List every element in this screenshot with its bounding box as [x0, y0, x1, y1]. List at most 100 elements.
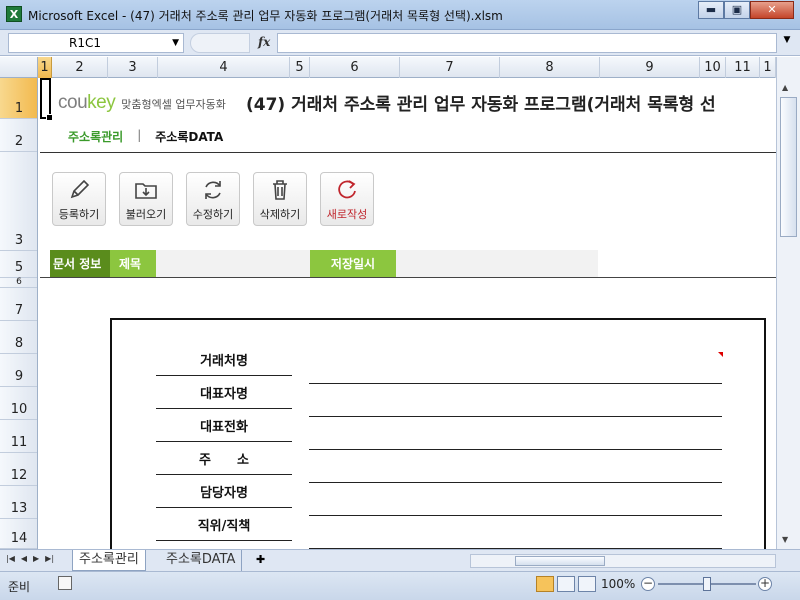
horizontal-scrollbar[interactable]: [470, 554, 776, 568]
column-header-1[interactable]: 1: [38, 57, 52, 78]
sheet-nav-buttons: |◀ ◀ ▶ ▶|: [6, 554, 60, 563]
nav-separator: |: [137, 128, 142, 142]
field-input-position[interactable]: [309, 525, 722, 549]
row-header-3[interactable]: 3: [0, 152, 37, 251]
expand-formula-bar-icon[interactable]: ▼: [780, 35, 794, 51]
delete-label: 삭제하기: [259, 208, 301, 221]
macro-record-icon[interactable]: [58, 576, 72, 590]
saved-at-value[interactable]: [396, 250, 598, 278]
column-header-7[interactable]: 7: [400, 57, 500, 78]
nav-link-address-manage[interactable]: 주소록관리: [68, 128, 123, 145]
scroll-down-icon[interactable]: ▼: [782, 535, 788, 544]
restore-button[interactable]: ▣: [724, 1, 750, 19]
doc-title-label: 제목: [110, 250, 156, 278]
next-sheet-icon[interactable]: ▶: [33, 554, 39, 563]
horizontal-scroll-thumb[interactable]: [515, 556, 605, 566]
doc-info-label: 문서 정보: [50, 250, 110, 278]
row-header-14[interactable]: 14: [0, 519, 37, 549]
minimize-button[interactable]: ▬: [698, 1, 724, 19]
load-button[interactable]: 불러오기: [119, 172, 173, 226]
column-header-10[interactable]: 10: [700, 57, 726, 78]
column-header-9[interactable]: 9: [600, 57, 700, 78]
formula-bar-divider: [190, 33, 250, 53]
column-header-8[interactable]: 8: [500, 57, 600, 78]
name-box-value: R1C1: [69, 36, 101, 50]
field-label-phone: 대표전화: [156, 418, 292, 442]
select-all-corner[interactable]: [0, 57, 38, 78]
action-toolbar: 등록하기 불러오기 수정하기 삭제하기 새로작성: [52, 172, 387, 226]
column-header-12[interactable]: 1: [760, 57, 776, 78]
row-header-7[interactable]: 7: [0, 288, 37, 321]
zoom-in-button[interactable]: +: [758, 577, 772, 591]
vertical-scrollbar[interactable]: ▲ ▼: [776, 57, 800, 549]
new-document-icon: [338, 180, 356, 199]
column-header-11[interactable]: 11: [726, 57, 760, 78]
zoom-out-button[interactable]: −: [641, 577, 655, 591]
saved-at-label: 저장일시: [310, 250, 396, 278]
prev-sheet-icon[interactable]: ◀: [21, 554, 27, 563]
row-header-5[interactable]: 5: [0, 251, 37, 278]
field-input-contact[interactable]: [309, 492, 722, 516]
refresh-icon: [205, 181, 221, 199]
field-input-address[interactable]: [309, 459, 722, 483]
delete-button[interactable]: 삭제하기: [253, 172, 307, 226]
nav-link-address-data[interactable]: 주소록DATA: [155, 128, 223, 145]
row-header-8[interactable]: 8: [0, 321, 37, 354]
excel-app-icon[interactable]: X: [6, 6, 22, 22]
last-sheet-icon[interactable]: ▶|: [45, 554, 54, 563]
doc-title-value[interactable]: [156, 250, 310, 278]
row-header-6[interactable]: 6: [0, 277, 37, 288]
row-header-9[interactable]: 9: [0, 354, 37, 387]
load-label: 불러오기: [125, 208, 167, 221]
field-label-contact: 담당자명: [156, 484, 292, 508]
column-header-4[interactable]: 4: [158, 57, 290, 78]
column-header-3[interactable]: 3: [108, 57, 158, 78]
field-input-phone[interactable]: [309, 426, 722, 450]
sheet-tab-bar: |◀ ◀ ▶ ▶| 주소록관리 주소록DATA ✚: [0, 549, 800, 571]
register-button[interactable]: 등록하기: [52, 172, 106, 226]
edit-label: 수정하기: [192, 208, 234, 221]
first-sheet-icon[interactable]: |◀: [6, 554, 15, 563]
register-label: 등록하기: [58, 208, 100, 221]
row-header-1[interactable]: 1: [0, 78, 37, 119]
close-button[interactable]: ✕: [750, 1, 794, 19]
view-buttons: [536, 576, 599, 592]
program-title: (47) 거래처 주소록 관리 업무 자동화 프로그램(거래처 목록형 선: [246, 95, 716, 115]
edit-button[interactable]: 수정하기: [186, 172, 240, 226]
row-header-10[interactable]: 10: [0, 387, 37, 420]
tab-address-data[interactable]: 주소록DATA: [160, 550, 243, 571]
insert-sheet-icon[interactable]: ✚: [256, 553, 274, 568]
field-input-company[interactable]: [309, 360, 722, 384]
column-header-5[interactable]: 5: [290, 57, 310, 78]
sheet-nav: 주소록관리 | 주소록DATA: [68, 128, 223, 145]
page-layout-view-icon[interactable]: [557, 576, 575, 592]
document-info-row: 문서 정보 제목 저장일시: [50, 250, 598, 278]
brand-wordmark: coukey: [58, 92, 116, 113]
comment-indicator-icon[interactable]: [718, 352, 723, 357]
insert-function-icon[interactable]: fx: [258, 35, 270, 49]
row-header-2[interactable]: 2: [0, 119, 37, 152]
page-break-view-icon[interactable]: [578, 576, 596, 592]
info-divider: [40, 277, 776, 278]
name-box[interactable]: R1C1 ▼: [8, 33, 184, 53]
column-header-6[interactable]: 6: [310, 57, 400, 78]
row-header-12[interactable]: 12: [0, 453, 37, 486]
vertical-scroll-thumb[interactable]: [780, 97, 797, 237]
active-cell-r1c1[interactable]: [40, 78, 53, 121]
formula-input[interactable]: [277, 33, 777, 53]
tab-address-manage[interactable]: 주소록관리: [72, 550, 146, 571]
chevron-down-icon[interactable]: ▼: [172, 34, 179, 52]
worksheet-grid[interactable]: coukey 맞춤형엑셀 업무자동화 (47) 거래처 주소록 관리 업무 자동…: [38, 78, 776, 549]
row-header-13[interactable]: 13: [0, 486, 37, 519]
column-header-2[interactable]: 2: [52, 57, 108, 78]
zoom-slider-thumb[interactable]: [703, 577, 711, 591]
field-label-position: 직위/직책: [156, 517, 292, 541]
field-input-ceo[interactable]: [309, 393, 722, 417]
pencil-icon: [70, 179, 90, 199]
zoom-level[interactable]: 100%: [601, 577, 635, 591]
row-header-11[interactable]: 11: [0, 420, 37, 453]
field-label-ceo: 대표자명: [156, 385, 292, 409]
normal-view-icon[interactable]: [536, 576, 554, 592]
new-button[interactable]: 새로작성: [320, 172, 374, 226]
scroll-up-icon[interactable]: ▲: [782, 83, 788, 92]
